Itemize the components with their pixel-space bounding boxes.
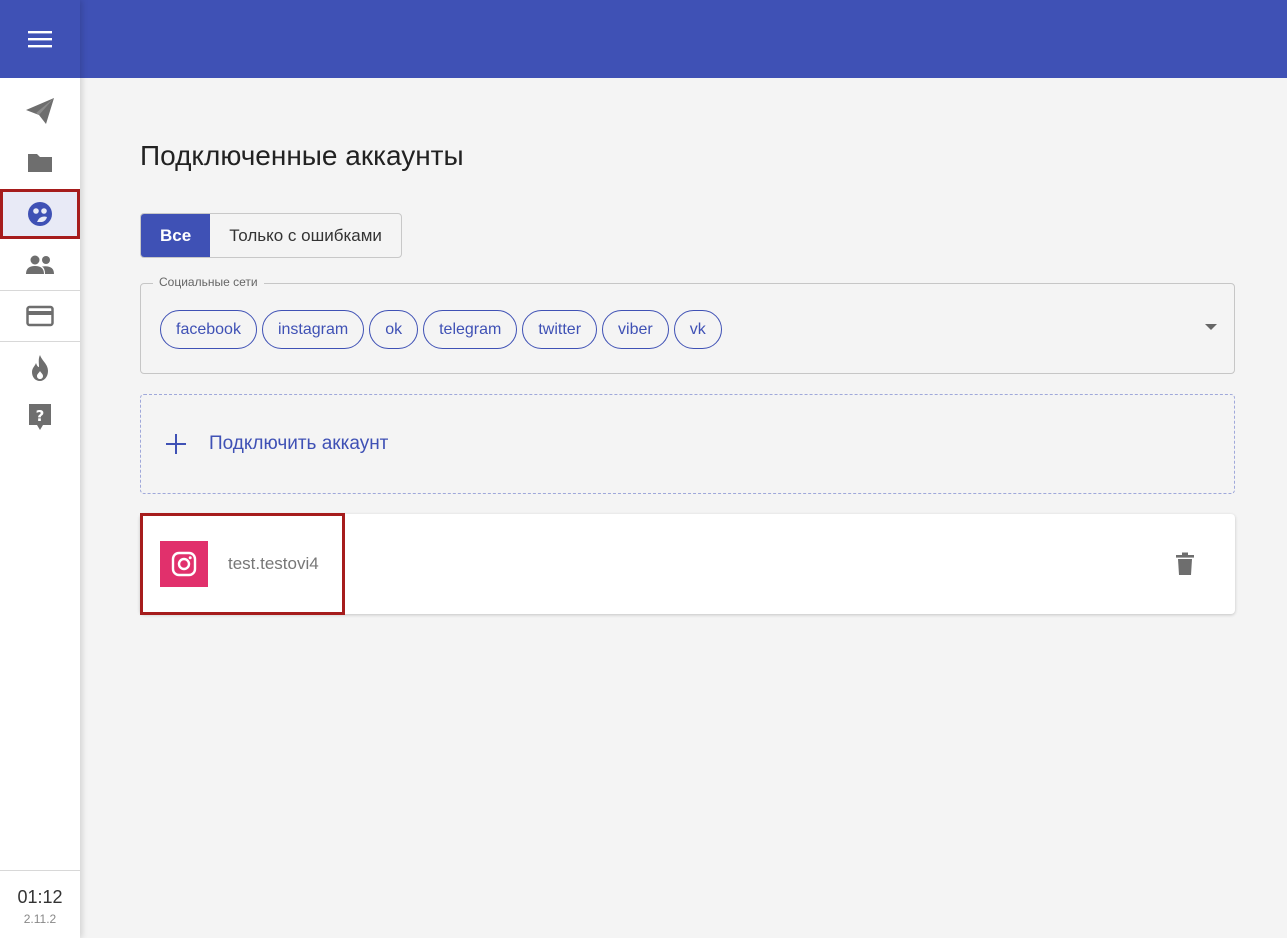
status-area: 01:12 2.11.2 [0, 870, 80, 938]
sidebar-item-billing[interactable] [0, 291, 80, 341]
sidebar-item-folder[interactable] [0, 138, 80, 188]
top-app-bar [0, 0, 1287, 78]
hamburger-menu-icon [28, 31, 52, 48]
plus-icon [164, 432, 188, 456]
social-networks-legend: Социальные сети [153, 275, 264, 289]
social-networks-select[interactable]: Социальные сети facebook instagram ok te… [140, 275, 1235, 374]
sidebar-item-people[interactable] [0, 240, 80, 290]
dropdown-arrow-icon[interactable] [1205, 324, 1217, 330]
account-name[interactable]: test.testovi4 [228, 554, 319, 574]
paper-plane-icon [26, 98, 54, 124]
account-card: test.testovi4 [140, 513, 1235, 615]
sidebar: ? 01:12 2.11.2 [0, 0, 80, 938]
connect-account-button[interactable]: Подключить аккаунт [140, 394, 1235, 494]
page-title: Подключенные аккаунты [140, 140, 464, 171]
svg-text:?: ? [36, 407, 45, 425]
connect-account-label: Подключить аккаунт [209, 433, 389, 454]
sidebar-item-help[interactable]: ? [0, 392, 80, 442]
chip-vk[interactable]: vk [673, 310, 722, 349]
chip-twitter[interactable]: twitter [522, 310, 598, 349]
chip-facebook[interactable]: facebook [160, 310, 257, 349]
sidebar-item-accounts[interactable] [0, 189, 80, 239]
credit-card-icon [26, 305, 54, 327]
clock: 01:12 [17, 887, 63, 907]
people-icon [26, 255, 54, 274]
filter-toggle-group: Все Только с ошибками [140, 213, 402, 258]
chip-ok[interactable]: ok [369, 310, 419, 349]
social-accounts-icon [28, 202, 52, 226]
filter-all-button[interactable]: Все [141, 214, 211, 257]
sidebar-divider [0, 341, 80, 342]
sidebar-item-send[interactable] [0, 86, 80, 136]
chip-instagram[interactable]: instagram [261, 310, 365, 349]
fire-icon [32, 355, 48, 381]
menu-button[interactable] [0, 0, 80, 78]
folder-icon [28, 154, 52, 172]
instagram-icon [160, 541, 208, 587]
delete-account-button[interactable] [1171, 550, 1199, 578]
filter-errors-button[interactable]: Только с ошибками [210, 214, 401, 257]
trash-icon [1176, 552, 1194, 575]
sidebar-item-hot[interactable] [0, 343, 80, 393]
chip-telegram[interactable]: telegram [423, 310, 518, 349]
app-version: 2.11.2 [23, 912, 57, 926]
chip-viber[interactable]: viber [602, 310, 669, 349]
help-icon: ? [29, 404, 51, 430]
social-chips: facebook instagram ok telegram twitter v… [160, 310, 722, 349]
